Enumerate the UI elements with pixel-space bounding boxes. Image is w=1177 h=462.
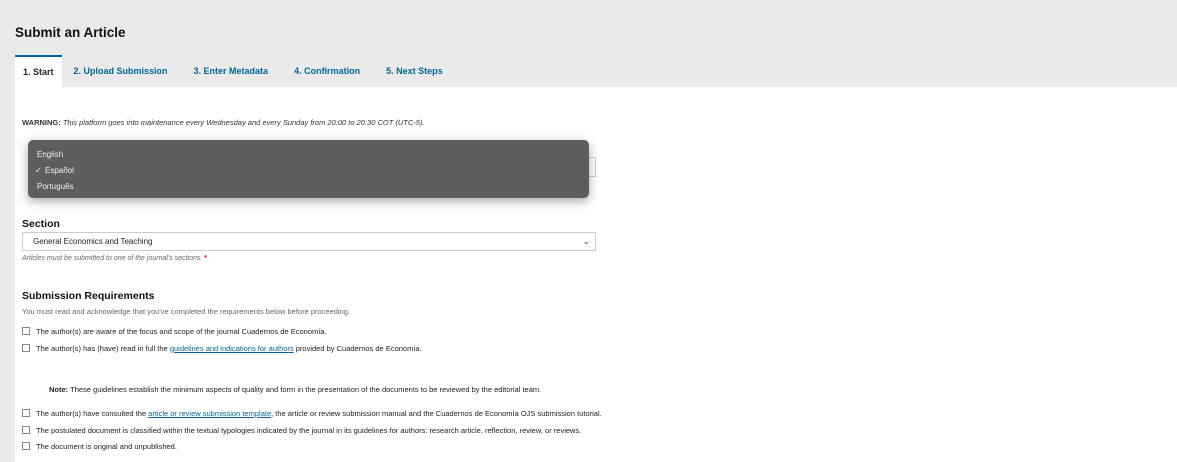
requirement-row[interactable]: The author(s) have consulted the article…	[22, 407, 602, 419]
section-selected-value: General Economics and Teaching	[33, 237, 153, 246]
tab-enter-metadata[interactable]: 3. Enter Metadata	[186, 55, 277, 87]
language-option-english[interactable]: English	[28, 147, 589, 163]
submission-template-link[interactable]: article or review submission template	[148, 409, 271, 418]
warning-prefix: WARNING:	[22, 118, 61, 127]
requirement-row[interactable]: The author(s) has (have) read in full th…	[22, 342, 422, 354]
section-label: Section	[22, 218, 60, 230]
requirement-row[interactable]: The document is original and unpublished…	[22, 440, 177, 452]
chevron-down-icon: ⌄	[582, 236, 590, 246]
tab-upload-submission[interactable]: 2. Upload Submission	[66, 55, 176, 87]
requirement-checkbox[interactable]	[22, 409, 30, 417]
checkmark-icon: ✓	[35, 166, 42, 175]
tab-confirmation[interactable]: 4. Confirmation	[286, 55, 368, 87]
language-option-espanol[interactable]: ✓ Español	[28, 163, 589, 179]
requirement-row[interactable]: The postulated document is classified wi…	[22, 424, 581, 436]
section-help: Articles must be submitted to one of the…	[22, 255, 208, 262]
page-header: Submit an Article	[0, 0, 1177, 52]
page-title: Submit an Article	[15, 25, 126, 40]
warning-text: This platform goes into maintenance ever…	[62, 118, 425, 127]
requirements-note: Note: These guidelines establish the min…	[49, 385, 542, 394]
tab-next-steps[interactable]: 5. Next Steps	[378, 55, 451, 87]
guidelines-link[interactable]: guidelines and indications for authors	[170, 344, 294, 353]
section-select[interactable]: General Economics and Teaching ⌄	[22, 232, 596, 251]
requirement-checkbox[interactable]	[22, 442, 30, 450]
maintenance-warning: WARNING: This platform goes into mainten…	[22, 118, 425, 127]
language-dropdown-menu: English ✓ Español Português	[28, 140, 589, 198]
requirement-row[interactable]: The author(s) are aware of the focus and…	[22, 325, 327, 337]
requirements-subtext: You must read and acknowledge that you'v…	[22, 307, 351, 316]
language-option-portugues[interactable]: Português	[28, 179, 589, 195]
required-mark: *	[204, 255, 208, 262]
requirement-checkbox[interactable]	[22, 327, 30, 335]
requirement-checkbox[interactable]	[22, 344, 30, 352]
tab-start[interactable]: 1. Start	[15, 55, 62, 87]
requirements-label: Submission Requirements	[22, 290, 155, 302]
requirement-checkbox[interactable]	[22, 426, 30, 434]
wizard-tabs: 1. Start 2. Upload Submission 3. Enter M…	[15, 55, 451, 87]
